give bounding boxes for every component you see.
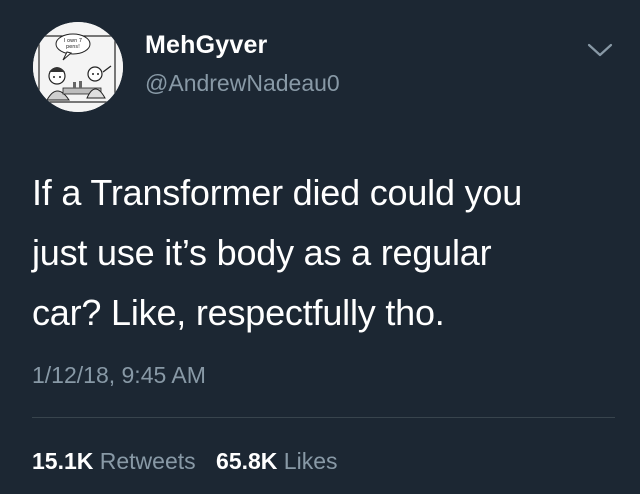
likes-label: Likes [283, 448, 338, 474]
avatar-speech-text-line2: pens! [66, 44, 80, 50]
retweets-count: 15.1K [32, 448, 94, 474]
chevron-down-icon[interactable] [587, 41, 613, 59]
display-name[interactable]: MehGyver [145, 31, 268, 60]
retweets-label: Retweets [99, 448, 196, 474]
likes-count: 65.8K [216, 448, 278, 474]
tweet-text: If a Transformer died could you just use… [32, 172, 523, 333]
tweet-card: I own 7 pens! MehGyver @AndrewNadeau0 If… [0, 0, 640, 494]
tweet-timestamp[interactable]: 1/12/18, 9:45 AM [32, 362, 206, 389]
avatar-comic-image: I own 7 pens! [33, 22, 123, 112]
avatar[interactable]: I own 7 pens! [33, 22, 123, 112]
retweets-stat[interactable]: 15.1K Retweets [32, 448, 196, 475]
username-handle[interactable]: @AndrewNadeau0 [145, 70, 340, 97]
tweet-stats: 15.1K Retweets 65.8K Likes [32, 448, 338, 475]
likes-stat[interactable]: 65.8K Likes [216, 448, 337, 475]
divider [32, 417, 615, 418]
